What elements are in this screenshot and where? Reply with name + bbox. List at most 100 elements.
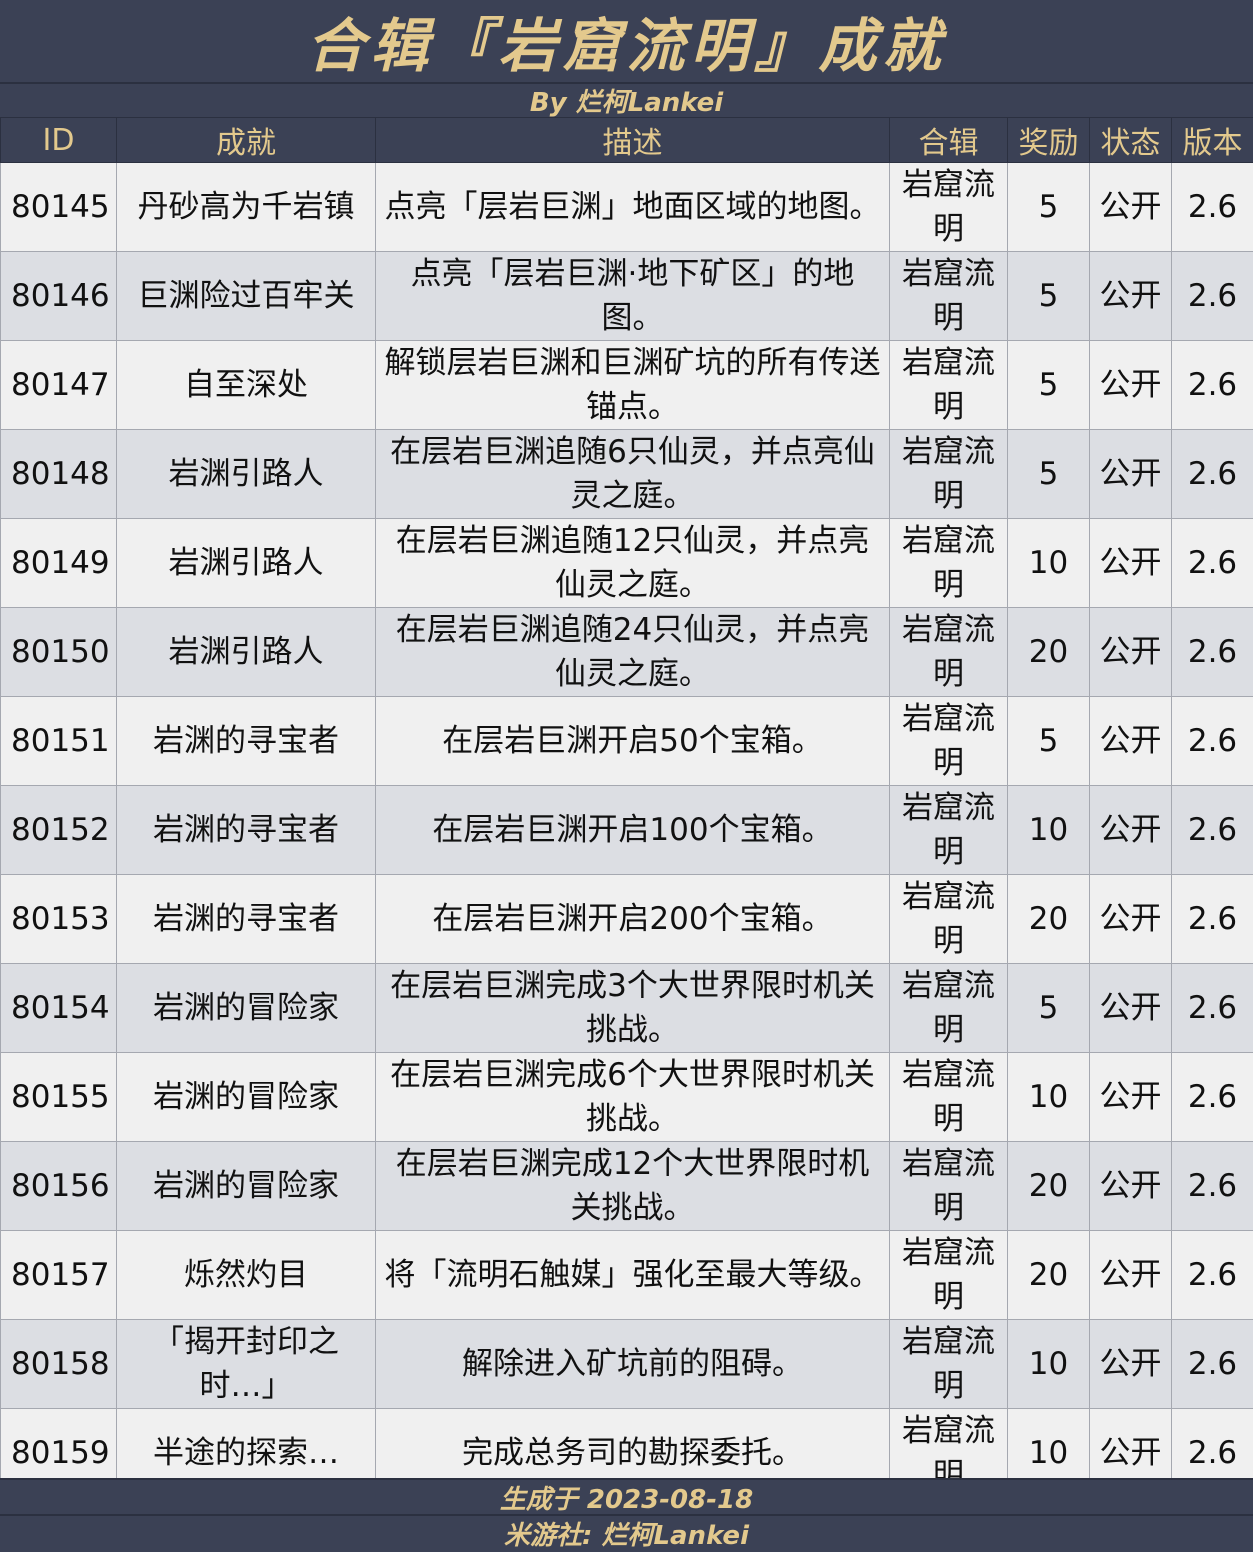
cell-reward: 5 — [1008, 430, 1090, 519]
cell-series: 岩窟流明 — [890, 1231, 1008, 1320]
cell-id: 80150 — [1, 608, 117, 697]
table-row: 80147 自至深处 解锁层岩巨渊和巨渊矿坑的所有传送锚点。 岩窟流明 5 公开… — [1, 341, 1253, 430]
cell-version: 2.6 — [1172, 341, 1253, 430]
cell-achievement: 岩渊的寻宝者 — [117, 786, 376, 875]
cell-status: 公开 — [1090, 786, 1172, 875]
generated-date: 生成于 2023-08-18 — [0, 1478, 1253, 1514]
cell-series: 岩窟流明 — [890, 608, 1008, 697]
table-row: 80146 巨渊险过百牢关 点亮「层岩巨渊·地下矿区」的地图。 岩窟流明 5 公… — [1, 252, 1253, 341]
cell-id: 80149 — [1, 519, 117, 608]
table-header-row: ID 成就 描述 合辑 奖励 状态 版本 — [1, 118, 1253, 163]
cell-reward: 20 — [1008, 1142, 1090, 1231]
cell-id: 80156 — [1, 1142, 117, 1231]
cell-achievement: 岩渊的寻宝者 — [117, 697, 376, 786]
cell-description: 在层岩巨渊开启50个宝箱。 — [376, 697, 890, 786]
table-row: 80158 「揭开封印之时…」 解除进入矿坑前的阻碍。 岩窟流明 10 公开 2… — [1, 1320, 1253, 1409]
cell-description: 在层岩巨渊完成6个大世界限时机关挑战。 — [376, 1053, 890, 1142]
table-row: 80155 岩渊的冒险家 在层岩巨渊完成6个大世界限时机关挑战。 岩窟流明 10… — [1, 1053, 1253, 1142]
column-header-series: 合辑 — [890, 118, 1008, 163]
cell-achievement: 丹砂高为千岩镇 — [117, 163, 376, 252]
cell-status: 公开 — [1090, 875, 1172, 964]
cell-series: 岩窟流明 — [890, 1142, 1008, 1231]
cell-version: 2.6 — [1172, 608, 1253, 697]
page-title: 合辑『岩窟流明』成就 — [0, 0, 1253, 84]
cell-series: 岩窟流明 — [890, 163, 1008, 252]
cell-id: 80153 — [1, 875, 117, 964]
column-header-id: ID — [1, 118, 117, 163]
cell-description: 在层岩巨渊追随12只仙灵，并点亮仙灵之庭。 — [376, 519, 890, 608]
cell-status: 公开 — [1090, 1142, 1172, 1231]
cell-version: 2.6 — [1172, 1320, 1253, 1409]
cell-id: 80158 — [1, 1320, 117, 1409]
cell-status: 公开 — [1090, 1231, 1172, 1320]
cell-description: 点亮「层岩巨渊」地面区域的地图。 — [376, 163, 890, 252]
cell-achievement: 烁然灼目 — [117, 1231, 376, 1320]
cell-id: 80154 — [1, 964, 117, 1053]
cell-id: 80155 — [1, 1053, 117, 1142]
table-row: 80145 丹砂高为千岩镇 点亮「层岩巨渊」地面区域的地图。 岩窟流明 5 公开… — [1, 163, 1253, 252]
cell-description: 将「流明石触媒」强化至最大等级。 — [376, 1231, 890, 1320]
cell-reward: 10 — [1008, 1320, 1090, 1409]
achievement-sheet: 合辑『岩窟流明』成就 By 烂柯Lankei ID 成就 描述 合辑 奖励 状态… — [0, 0, 1253, 1548]
cell-reward: 10 — [1008, 786, 1090, 875]
cell-description: 解除进入矿坑前的阻碍。 — [376, 1320, 890, 1409]
cell-series: 岩窟流明 — [890, 964, 1008, 1053]
cell-reward: 20 — [1008, 875, 1090, 964]
cell-description: 解锁层岩巨渊和巨渊矿坑的所有传送锚点。 — [376, 341, 890, 430]
cell-series: 岩窟流明 — [890, 697, 1008, 786]
cell-achievement: 岩渊的冒险家 — [117, 964, 376, 1053]
cell-reward: 5 — [1008, 964, 1090, 1053]
cell-reward: 5 — [1008, 341, 1090, 430]
cell-achievement: 自至深处 — [117, 341, 376, 430]
column-header-reward: 奖励 — [1008, 118, 1090, 163]
cell-version: 2.6 — [1172, 519, 1253, 608]
cell-achievement: 岩渊的冒险家 — [117, 1053, 376, 1142]
column-header-version: 版本 — [1172, 118, 1253, 163]
cell-achievement: 岩渊引路人 — [117, 608, 376, 697]
cell-version: 2.6 — [1172, 1231, 1253, 1320]
cell-version: 2.6 — [1172, 697, 1253, 786]
column-header-description: 描述 — [376, 118, 890, 163]
cell-status: 公开 — [1090, 163, 1172, 252]
cell-status: 公开 — [1090, 964, 1172, 1053]
cell-description: 在层岩巨渊完成12个大世界限时机关挑战。 — [376, 1142, 890, 1231]
cell-id: 80147 — [1, 341, 117, 430]
cell-description: 在层岩巨渊完成3个大世界限时机关挑战。 — [376, 964, 890, 1053]
table-row: 80153 岩渊的寻宝者 在层岩巨渊开启200个宝箱。 岩窟流明 20 公开 2… — [1, 875, 1253, 964]
cell-achievement: 岩渊的寻宝者 — [117, 875, 376, 964]
source-credit: 米游社: 烂柯Lankei — [0, 1514, 1253, 1550]
cell-id: 80145 — [1, 163, 117, 252]
table-row: 80148 岩渊引路人 在层岩巨渊追随6只仙灵，并点亮仙灵之庭。 岩窟流明 5 … — [1, 430, 1253, 519]
table-row: 80151 岩渊的寻宝者 在层岩巨渊开启50个宝箱。 岩窟流明 5 公开 2.6 — [1, 697, 1253, 786]
cell-reward: 10 — [1008, 519, 1090, 608]
cell-id: 80152 — [1, 786, 117, 875]
cell-series: 岩窟流明 — [890, 430, 1008, 519]
cell-version: 2.6 — [1172, 964, 1253, 1053]
cell-reward: 5 — [1008, 252, 1090, 341]
cell-series: 岩窟流明 — [890, 252, 1008, 341]
cell-reward: 10 — [1008, 1053, 1090, 1142]
table-row: 80154 岩渊的冒险家 在层岩巨渊完成3个大世界限时机关挑战。 岩窟流明 5 … — [1, 964, 1253, 1053]
cell-version: 2.6 — [1172, 430, 1253, 519]
author-byline: By 烂柯Lankei — [0, 84, 1253, 117]
cell-version: 2.6 — [1172, 1053, 1253, 1142]
cell-status: 公开 — [1090, 519, 1172, 608]
cell-id: 80148 — [1, 430, 117, 519]
cell-version: 2.6 — [1172, 163, 1253, 252]
cell-status: 公开 — [1090, 252, 1172, 341]
cell-description: 在层岩巨渊追随24只仙灵，并点亮仙灵之庭。 — [376, 608, 890, 697]
cell-status: 公开 — [1090, 697, 1172, 786]
cell-id: 80157 — [1, 1231, 117, 1320]
achievement-table: ID 成就 描述 合辑 奖励 状态 版本 80145 丹砂高为千岩镇 点亮「层岩… — [0, 117, 1253, 1498]
cell-reward: 5 — [1008, 163, 1090, 252]
cell-version: 2.6 — [1172, 1142, 1253, 1231]
cell-achievement: 「揭开封印之时…」 — [117, 1320, 376, 1409]
cell-status: 公开 — [1090, 1320, 1172, 1409]
cell-version: 2.6 — [1172, 786, 1253, 875]
table-row: 80150 岩渊引路人 在层岩巨渊追随24只仙灵，并点亮仙灵之庭。 岩窟流明 2… — [1, 608, 1253, 697]
cell-status: 公开 — [1090, 1053, 1172, 1142]
cell-reward: 5 — [1008, 697, 1090, 786]
cell-achievement: 岩渊引路人 — [117, 430, 376, 519]
cell-achievement: 岩渊的冒险家 — [117, 1142, 376, 1231]
cell-achievement: 巨渊险过百牢关 — [117, 252, 376, 341]
